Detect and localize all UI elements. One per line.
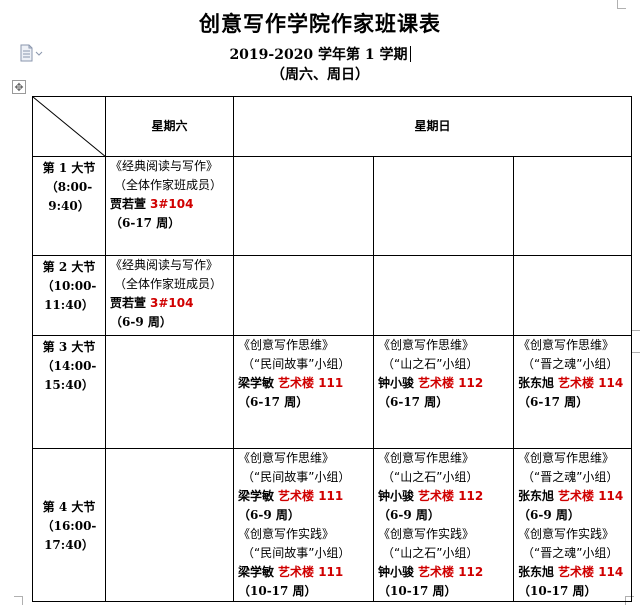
empty-cell bbox=[233, 156, 374, 256]
header-corner-cell bbox=[32, 96, 106, 157]
period-cell: 第 2 大节 （10:00- 11:40） bbox=[32, 255, 106, 336]
empty-cell bbox=[373, 255, 514, 336]
page-margin-mark bbox=[631, 330, 640, 339]
empty-cell bbox=[105, 335, 234, 449]
table-row: 第 3 大节 （14:00- 15:40） 《创意写作思维》 （“民间故事”小组… bbox=[32, 335, 632, 449]
saturday-header: 星期六 bbox=[105, 96, 234, 157]
table-row: 第 2 大节 （10:00- 11:40） 《经典阅读与写作》 （全体作家班成员… bbox=[32, 255, 632, 336]
move-handle-icon[interactable]: ✥ bbox=[12, 80, 26, 94]
class-cell: 《创意写作思维》 （“晋之魂”小组） 张东旭 艺术楼 114 （6-17 周） bbox=[513, 335, 632, 449]
diagonal-line bbox=[33, 97, 106, 157]
table-row: 第 1 大节 （8:00- 9:40） 《经典阅读与写作》 （全体作家班成员） … bbox=[32, 156, 632, 256]
table-row: 第 4 大节 （16:00- 17:40） 《创意写作思维》 （“民间故事”小组… bbox=[32, 448, 632, 602]
class-cell: 《创意写作思维》 （“民间故事”小组） 梁学敏 艺术楼 111 （6-9 周） 《… bbox=[233, 448, 374, 602]
period-cell: 第 3 大节 （14:00- 15:40） bbox=[32, 335, 106, 449]
period-cell: 第 4 大节 （16:00- 17:40） bbox=[32, 448, 106, 602]
class-cell: 《创意写作思维》 （“晋之魂”小组） 张东旭 艺术楼 114 （6-9 周） 《创… bbox=[513, 448, 632, 602]
document-icon[interactable] bbox=[20, 44, 44, 62]
semester-subtitle[interactable]: 2019-2020 学年第 1 学期 bbox=[0, 44, 640, 64]
empty-cell bbox=[105, 448, 234, 602]
empty-cell bbox=[233, 255, 374, 336]
class-cell: 《创意写作思维》 （“山之石”小组） 钟小骏 艺术楼 112 （6-17 周） bbox=[373, 335, 514, 449]
empty-cell bbox=[513, 255, 632, 336]
class-cell: 《经典阅读与写作》 （全体作家班成员） 贾若萱 3#104 （6-17 周） bbox=[105, 156, 234, 256]
empty-cell bbox=[373, 156, 514, 256]
schedule-table: 星期六 星期日 第 1 大节 （8:00- 9:40） 《经典阅读与写作》 （全… bbox=[32, 96, 632, 602]
page-title: 创意写作学院作家班课表 bbox=[199, 11, 441, 36]
page-corner-mark bbox=[14, 596, 23, 605]
class-cell: 《创意写作思维》 （“山之石”小组） 钟小骏 艺术楼 112 （6-9 周） 《创… bbox=[373, 448, 514, 602]
header-row: 星期六 星期日 bbox=[32, 96, 632, 157]
period-cell: 第 1 大节 （8:00- 9:40） bbox=[32, 156, 106, 256]
page-margin-mark bbox=[631, 344, 640, 353]
class-cell: 《创意写作思维》 （“民间故事”小组） 梁学敏 艺术楼 111 （6-17 周） bbox=[233, 335, 374, 449]
text-cursor bbox=[409, 46, 411, 62]
class-cell: 《经典阅读与写作》 （全体作家班成员） 贾若萱 3#104 （6-9 周） bbox=[105, 255, 234, 336]
sunday-header: 星期日 bbox=[233, 96, 632, 157]
days-subtitle: （周六、周日） bbox=[271, 67, 369, 83]
empty-cell bbox=[513, 156, 632, 256]
